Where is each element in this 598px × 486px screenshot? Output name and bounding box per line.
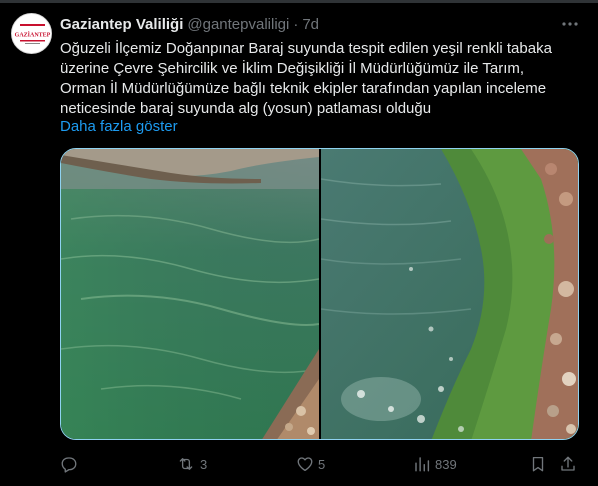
views-button[interactable]: 839: [413, 452, 457, 476]
author-name[interactable]: Gaziantep Valiliği: [60, 16, 183, 33]
avatar-logo-text: GAZİANTEP: [15, 32, 51, 39]
retweet-button[interactable]: 3: [176, 452, 207, 476]
avatar[interactable]: GAZİANTEP: [11, 13, 52, 54]
photo-algae-rocky-shore[interactable]: [321, 149, 578, 439]
bookmark-icon: [532, 456, 544, 472]
more-options-button[interactable]: [558, 12, 582, 36]
bookmark-button[interactable]: [529, 452, 547, 476]
share-icon: [561, 456, 575, 471]
views-count: 839: [435, 456, 457, 472]
tweet-text-line: Orman İl Müdürlüğümüze bağlı teknik ekip…: [60, 80, 547, 97]
tweet-card[interactable]: GAZİANTEP Gaziantep Valiliği @gantepvali…: [0, 0, 598, 486]
reply-icon: [61, 457, 77, 473]
tweet-text: Oğuzeli İlçemiz Doğanpınar Baraj suyunda…: [60, 39, 580, 119]
show-more-link[interactable]: Daha fazla göster: [60, 118, 178, 135]
header-separator: ·: [293, 15, 299, 33]
heart-icon: [297, 457, 313, 472]
reply-button[interactable]: [60, 452, 82, 476]
retweet-icon: [179, 458, 193, 470]
tweet-timestamp[interactable]: 7d: [302, 16, 319, 33]
tweet-header: Gaziantep Valiliği @gantepvaliligi · 7d: [60, 14, 319, 34]
tweet-text-line: neticesinde baraj suyunda alg (yosun) pa…: [60, 100, 432, 117]
views-chart-icon: [415, 457, 430, 472]
media-grid: [60, 148, 579, 440]
more-horizontal-icon: [562, 22, 578, 26]
action-bar: 3 5 839: [60, 452, 585, 476]
like-count: 5: [318, 456, 326, 472]
photo-green-water-shore[interactable]: [61, 149, 319, 439]
photo-right-image: [321, 149, 578, 439]
retweet-count: 3: [200, 456, 208, 472]
gaziantep-logo-icon: GAZİANTEP: [12, 14, 51, 53]
tweet-text-line: Oğuzeli İlçemiz Doğanpınar Baraj suyunda…: [60, 40, 552, 57]
author-handle[interactable]: @gantepvaliligi: [187, 16, 289, 33]
divider: [0, 0, 598, 3]
tweet-text-line: üzerine Çevre Şehircilik ve İklim Değişi…: [60, 60, 525, 77]
like-button[interactable]: 5: [296, 452, 325, 476]
photo-left-image: [61, 149, 319, 439]
share-button[interactable]: [559, 452, 577, 476]
